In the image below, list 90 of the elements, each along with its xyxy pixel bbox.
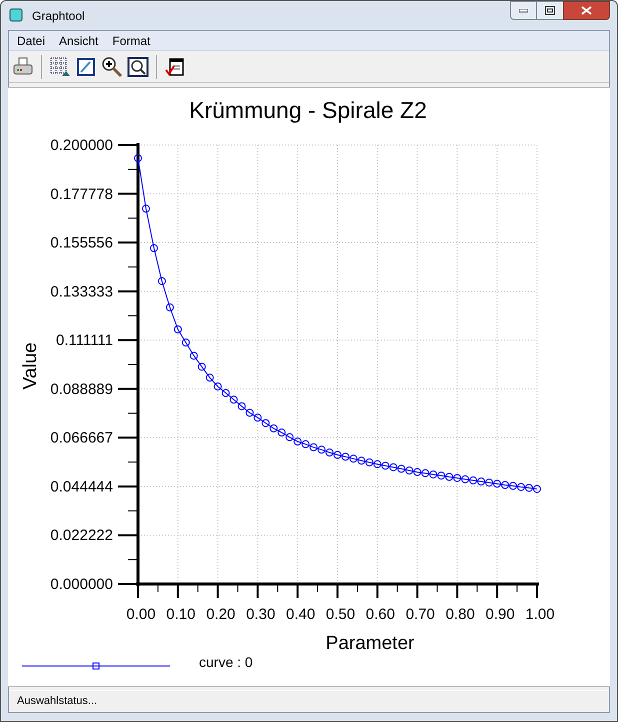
- maximize-icon: [545, 6, 555, 15]
- x-tick-label: 0.90: [486, 606, 515, 623]
- data-point: [142, 204, 150, 213]
- data-point: [238, 402, 246, 410]
- menu-item[interactable]: Format: [106, 32, 156, 50]
- y-tick-label: 0.155556: [50, 234, 113, 252]
- y-axis-label: Value: [20, 342, 41, 390]
- legend-label: curve : 0: [199, 654, 253, 670]
- print-icon[interactable]: [12, 56, 34, 78]
- data-point: [270, 424, 278, 432]
- data-point: [373, 460, 382, 468]
- data-point: [166, 303, 174, 312]
- menu-item[interactable]: Ansicht: [53, 32, 104, 50]
- x-tick-label: 0.30: [246, 606, 276, 623]
- data-point: [294, 438, 302, 446]
- data-point: [413, 468, 422, 476]
- data-point: [485, 478, 494, 487]
- data-point: [134, 154, 142, 162]
- maximize-button[interactable]: [537, 1, 563, 20]
- data-point: [405, 466, 414, 475]
- x-tick-label: 1.00: [525, 606, 555, 623]
- x-tick-label: 0.50: [326, 606, 356, 623]
- x-tick-label: 0.00: [126, 606, 156, 623]
- data-point: [357, 456, 366, 465]
- y-tick-label: 0.177778: [50, 186, 113, 203]
- chart-title: Krümmung - Spirale Z2: [189, 97, 427, 123]
- minimize-button[interactable]: [510, 1, 537, 20]
- data-point: [341, 452, 350, 461]
- data-point: [174, 325, 182, 334]
- data-point: [349, 454, 358, 463]
- x-axis-label: Parameter: [326, 633, 414, 654]
- data-point: [381, 462, 390, 470]
- data-point: [469, 476, 478, 484]
- zoom-window-icon[interactable]: [127, 56, 149, 78]
- data-point: [278, 428, 286, 437]
- data-point: [326, 448, 334, 457]
- data-point: [262, 419, 270, 428]
- data-point: [198, 362, 206, 371]
- data-point: [389, 463, 398, 472]
- x-tick-label: 0.20: [206, 606, 236, 623]
- x-tick-label: 0.40: [286, 606, 316, 623]
- data-point: [318, 446, 326, 454]
- data-point: [525, 484, 534, 492]
- data-point: [302, 440, 310, 448]
- chart-edit-icon[interactable]: [75, 56, 97, 78]
- y-tick-label: 0.111111: [56, 332, 113, 350]
- data-point: [286, 433, 294, 442]
- data-point: [254, 414, 262, 422]
- close-button[interactable]: [563, 1, 610, 20]
- data-point: [310, 443, 318, 452]
- data-point: [509, 482, 518, 490]
- y-tick-label: 0.066667: [50, 430, 113, 447]
- data-point: [246, 408, 254, 417]
- data-point: [190, 352, 198, 360]
- data-point: [421, 469, 430, 478]
- data-point: [230, 396, 238, 404]
- menu-item[interactable]: Datei: [11, 32, 52, 50]
- data-point: [206, 374, 214, 382]
- y-tick-label: 0.200000: [50, 137, 113, 154]
- grid-icon[interactable]: [49, 56, 71, 78]
- x-tick-label: 0.80: [446, 606, 475, 623]
- x-tick-label: 0.60: [366, 606, 395, 623]
- y-tick-label: 0.000000: [50, 576, 113, 593]
- y-tick-label: 0.044444: [50, 478, 113, 496]
- data-point: [214, 382, 222, 390]
- data-point: [182, 338, 190, 347]
- data-point: [517, 482, 526, 491]
- status-text: Auswahlstatus...: [17, 694, 98, 710]
- zoom-in-icon[interactable]: [101, 56, 123, 78]
- x-tick-label: 0.70: [406, 606, 435, 623]
- y-tick-label: 0.022222: [50, 527, 113, 544]
- data-point: [150, 244, 158, 252]
- data-point: [461, 475, 470, 484]
- export-icon[interactable]: [164, 56, 186, 78]
- data-point: [158, 277, 166, 286]
- data-point: [397, 464, 406, 473]
- data-point: [222, 389, 230, 398]
- data-point: [453, 474, 462, 482]
- y-tick-label: 0.133333: [50, 283, 113, 300]
- data-point: [429, 470, 438, 478]
- y-tick-label: 0.088889: [50, 380, 113, 398]
- data-point: [493, 480, 502, 488]
- x-tick-label: 0.10: [166, 606, 196, 623]
- data-point: [365, 458, 374, 466]
- window-title: Graphtool: [32, 8, 85, 25]
- data-point: [445, 472, 454, 481]
- data-point: [437, 472, 446, 480]
- app-icon: [9, 8, 23, 22]
- minimize-icon: [519, 8, 528, 12]
- close-icon: [581, 6, 592, 15]
